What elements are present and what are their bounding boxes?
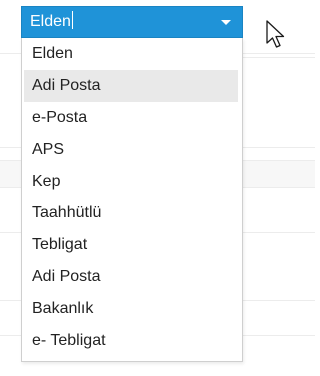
dropdown-option-adi-posta[interactable]: Adi Posta <box>24 69 238 102</box>
dropdown-option-bakanlik[interactable]: Bakanlık <box>22 293 242 325</box>
background-divider <box>243 57 315 58</box>
select-value: Elden <box>30 13 71 30</box>
text-caret <box>71 11 73 30</box>
mouse-pointer-icon <box>266 20 285 48</box>
dropdown-list: Elden Adi Posta e-Posta APS Kep Taahhütl… <box>21 38 243 362</box>
delivery-method-select[interactable]: Elden <box>21 6 243 38</box>
dropdown-option-e-tebligat[interactable]: e- Tebligat <box>22 325 242 357</box>
dropdown-option-aps[interactable]: APS <box>22 134 242 166</box>
page: Elden Elden Adi Posta e-Posta APS Kep Ta… <box>0 0 315 376</box>
dropdown-option-adi-posta-2[interactable]: Adi Posta <box>22 261 242 293</box>
dropdown-option-kep[interactable]: Kep <box>22 166 242 198</box>
dropdown-option-elden[interactable]: Elden <box>22 38 242 70</box>
dropdown-option-e-posta[interactable]: e-Posta <box>22 102 242 134</box>
chevron-down-icon[interactable] <box>221 20 231 25</box>
dropdown-option-tebligat[interactable]: Tebligat <box>22 229 242 261</box>
dropdown-option-taahhutlu[interactable]: Taahhütlü <box>22 197 242 229</box>
